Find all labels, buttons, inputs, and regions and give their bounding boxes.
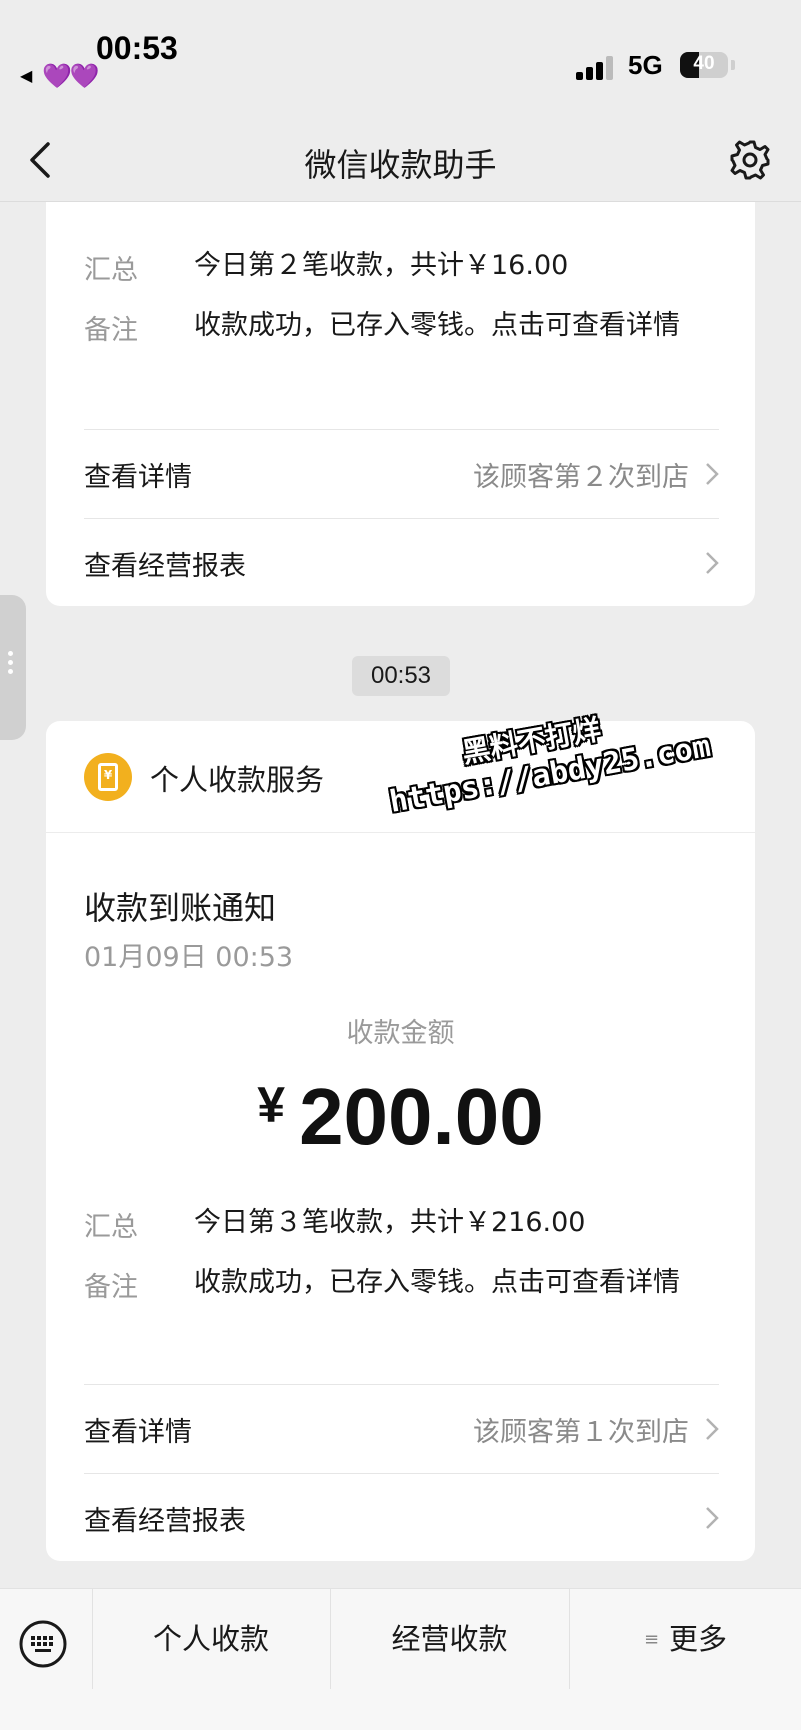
menu-icon: ≡ — [643, 1629, 660, 1650]
chevron-right-icon — [706, 1418, 719, 1440]
view-report-link[interactable]: 查看经营报表 — [84, 1474, 719, 1561]
keyboard-icon[interactable] — [18, 1619, 68, 1669]
visit-count: 该顾客第２次到店 — [473, 461, 689, 493]
note-row: 备注 收款成功，已存入零钱。点击可查看详情 — [84, 308, 719, 347]
amount-label: 收款金额 — [346, 1018, 455, 1049]
amount-value: 200.00 — [299, 1072, 544, 1161]
tab-more[interactable]: ≡ 更多 — [569, 1589, 801, 1689]
gear-icon[interactable] — [728, 138, 772, 182]
chevron-right-icon — [706, 552, 719, 574]
signal-icon — [576, 56, 616, 80]
payment-card-latest[interactable]: ¥ 个人收款服务 收款到账通知 01月09日 00:53 收款金额 ¥200.0… — [46, 721, 755, 1561]
tab-business-payment[interactable]: 经营收款 — [330, 1589, 568, 1689]
status-time: 00:53 — [96, 30, 178, 66]
chevron-right-icon — [706, 463, 719, 485]
note-label: 备注 — [84, 315, 138, 346]
bottom-menu-bar: 个人收款 经营收款 ≡ 更多 — [0, 1588, 801, 1730]
view-details-link[interactable]: 查看详情 该顾客第１次到店 — [84, 1385, 719, 1473]
amount: ¥200.00 — [46, 1071, 755, 1163]
summary-label: 汇总 — [84, 255, 138, 286]
network-type: 5G — [628, 50, 663, 80]
note-label: 备注 — [84, 1272, 138, 1303]
summary-row: 汇总 今日第３笔收款，共计￥216.00 — [84, 1205, 719, 1244]
view-details-label: 查看详情 — [84, 1416, 192, 1448]
notice-date: 01月09日 00:53 — [84, 942, 294, 973]
battery-icon: 40 — [680, 52, 728, 78]
status-bar: 00:53 ◀ 💜💜 5G 40 — [0, 0, 801, 110]
purple-hearts: 💜💜 — [42, 62, 100, 90]
battery-percent: 40 — [693, 53, 715, 74]
visit-count: 该顾客第１次到店 — [473, 1416, 689, 1448]
side-drawer-handle[interactable] — [0, 595, 26, 740]
summary-row: 汇总 今日第２笔收款，共计￥16.00 — [84, 248, 719, 287]
chevron-right-icon — [706, 1507, 719, 1529]
battery-tip — [731, 60, 735, 70]
notice-title: 收款到账通知 — [84, 889, 277, 927]
nav-bar: 微信收款助手 — [0, 120, 801, 202]
tab-more-label: 更多 — [669, 1622, 728, 1656]
page-title: 微信收款助手 — [304, 146, 497, 184]
message-timestamp: 00:53 — [352, 656, 450, 696]
note-value: 收款成功，已存入零钱。点击可查看详情 — [194, 310, 680, 341]
tab-personal-payment[interactable]: 个人收款 — [92, 1589, 329, 1689]
summary-value: 今日第３笔收款，共计￥216.00 — [194, 1207, 586, 1238]
amount-currency: ¥ — [257, 1077, 286, 1133]
view-report-label: 查看经营报表 — [84, 1505, 246, 1537]
note-value: 收款成功，已存入零钱。点击可查看详情 — [194, 1267, 680, 1298]
service-name: 个人收款服务 — [150, 763, 325, 797]
payment-card-previous: 汇总 今日第２笔收款，共计￥16.00 备注 收款成功，已存入零钱。点击可查看详… — [46, 202, 755, 606]
view-report-link[interactable]: 查看经营报表 — [84, 519, 719, 606]
summary-value: 今日第２笔收款，共计￥16.00 — [194, 250, 569, 281]
more-dots-icon — [8, 651, 14, 678]
back-to-app-icon[interactable]: ◀ — [20, 66, 32, 85]
wallet-icon: ¥ — [84, 753, 132, 801]
view-details-link[interactable]: 查看详情 该顾客第２次到店 — [84, 430, 719, 518]
note-row: 备注 收款成功，已存入零钱。点击可查看详情 — [84, 1265, 719, 1304]
view-details-label: 查看详情 — [84, 461, 192, 493]
summary-label: 汇总 — [84, 1212, 138, 1243]
view-report-label: 查看经营报表 — [84, 550, 246, 582]
